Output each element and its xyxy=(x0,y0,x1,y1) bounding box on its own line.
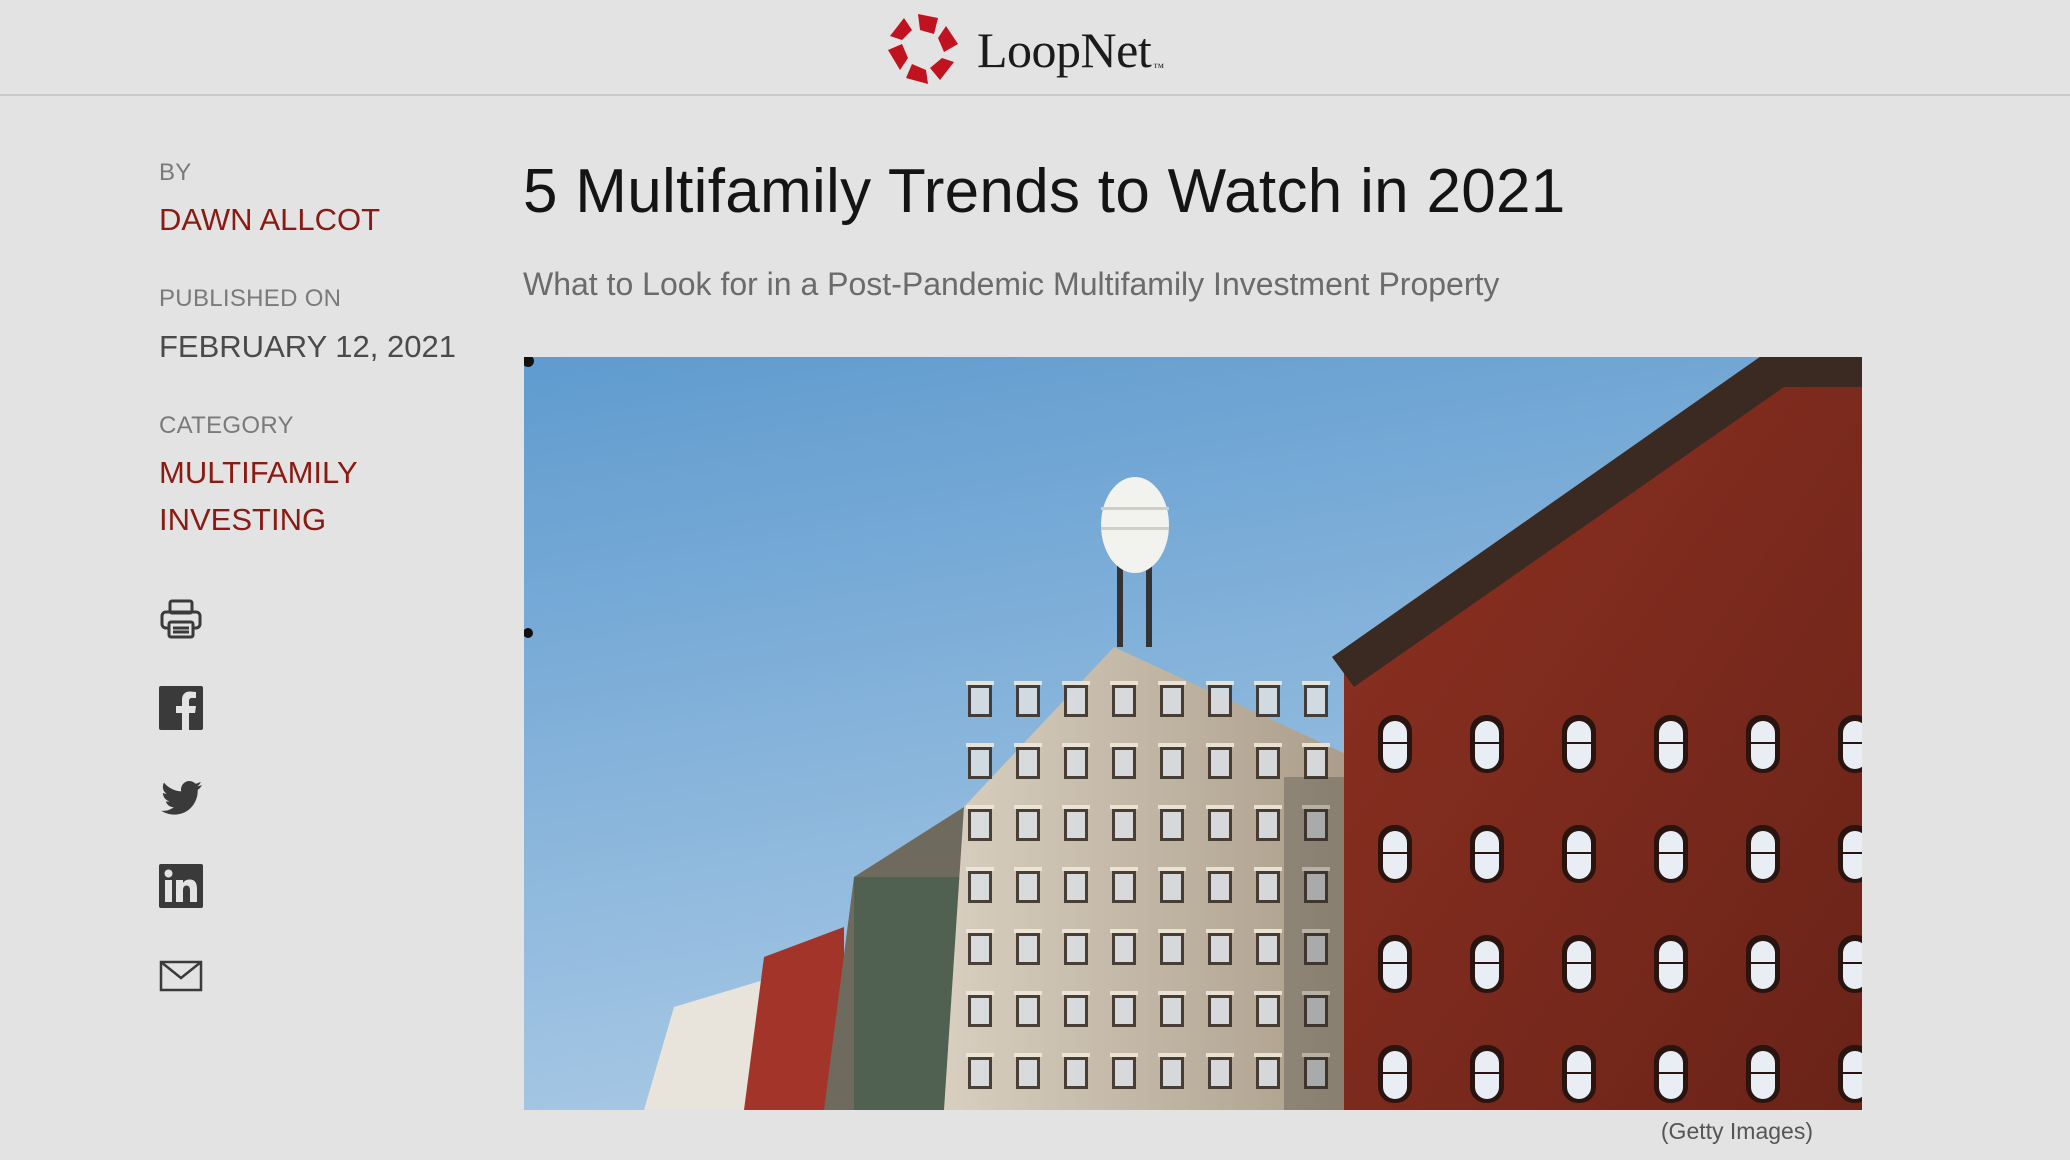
site-header: LoopNet ™ xyxy=(0,0,2070,96)
loopnet-logo-icon[interactable] xyxy=(888,12,960,84)
facebook-icon xyxy=(159,686,203,730)
published-label: PUBLISHED ON xyxy=(159,285,342,312)
linkedin-share-button[interactable] xyxy=(159,864,203,908)
twitter-icon xyxy=(161,781,202,815)
category-label: CATEGORY xyxy=(159,412,294,439)
printer-icon xyxy=(160,599,202,639)
article-title: 5 Multifamily Trends to Watch in 2021 xyxy=(523,157,1566,226)
article-subtitle: What to Look for in a Post-Pandemic Mult… xyxy=(523,266,1500,302)
twitter-share-button[interactable] xyxy=(159,776,203,820)
by-label: BY xyxy=(159,159,192,186)
email-share-button[interactable] xyxy=(159,954,203,998)
email-icon xyxy=(159,960,203,992)
linkedin-icon xyxy=(159,864,203,908)
print-button[interactable] xyxy=(159,597,203,641)
trademark-symbol: ™ xyxy=(1153,62,1164,74)
author-link[interactable]: DAWN ALLCOT xyxy=(159,196,380,243)
hero-image xyxy=(524,357,1862,1110)
published-date: FEBRUARY 12, 2021 xyxy=(159,329,456,364)
brand-name[interactable]: LoopNet ™ xyxy=(977,20,1164,80)
image-caption: (Getty Images) xyxy=(1660,1118,1813,1144)
facebook-share-button[interactable] xyxy=(159,686,203,730)
category-link[interactable]: MULTIFAMILY INVESTING xyxy=(159,449,358,543)
category-line-2: INVESTING xyxy=(159,502,327,537)
category-line-1: MULTIFAMILY xyxy=(159,455,358,490)
